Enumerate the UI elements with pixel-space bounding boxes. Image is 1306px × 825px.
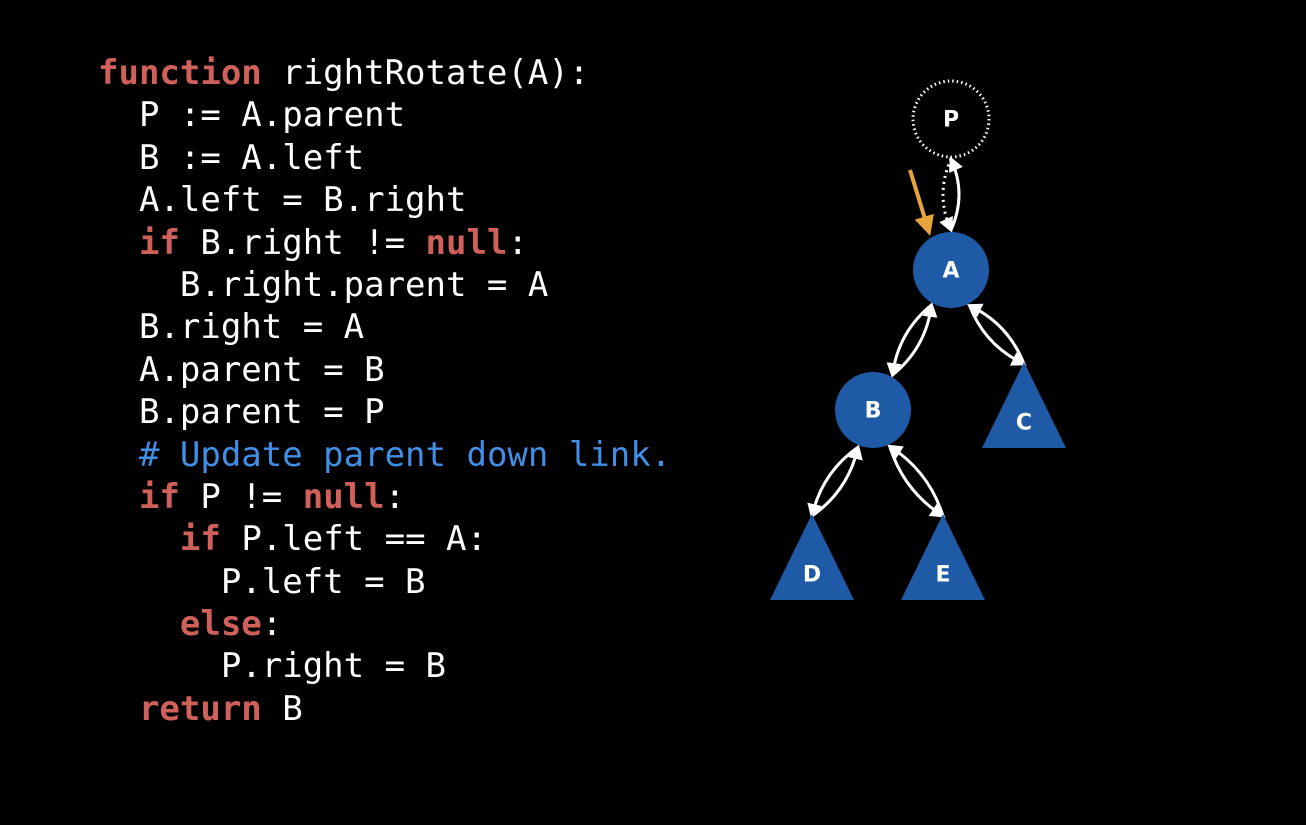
node-label: C [1016, 411, 1032, 436]
link-a-to-p [949, 156, 963, 231]
link-a-to-c [968, 304, 1027, 366]
nodes-layer: P A B C D E [770, 79, 1066, 600]
link-c-to-a [966, 303, 1026, 365]
link-b-to-d [807, 445, 859, 519]
node-c: C [982, 362, 1066, 448]
tree-diagram: P A B C D E [770, 79, 1066, 600]
highlight-pointer-arrow [908, 169, 934, 236]
node-label: A [942, 259, 959, 284]
node-e: E [901, 514, 985, 600]
link-a-to-b [886, 303, 933, 379]
node-label: B [865, 399, 882, 424]
node-label: D [803, 563, 821, 588]
node-label: P [943, 108, 959, 133]
link-p-to-a [939, 158, 953, 233]
node-d: D [770, 514, 854, 600]
link-d-to-b [811, 444, 863, 518]
node-label: E [935, 563, 950, 588]
link-b-to-a [891, 301, 938, 377]
link-e-to-b [887, 444, 945, 517]
node-b: B [835, 372, 911, 448]
link-b-to-e [888, 445, 946, 518]
links-layer [807, 156, 1027, 519]
node-p: P [911, 79, 991, 159]
node-a: A [913, 232, 989, 308]
